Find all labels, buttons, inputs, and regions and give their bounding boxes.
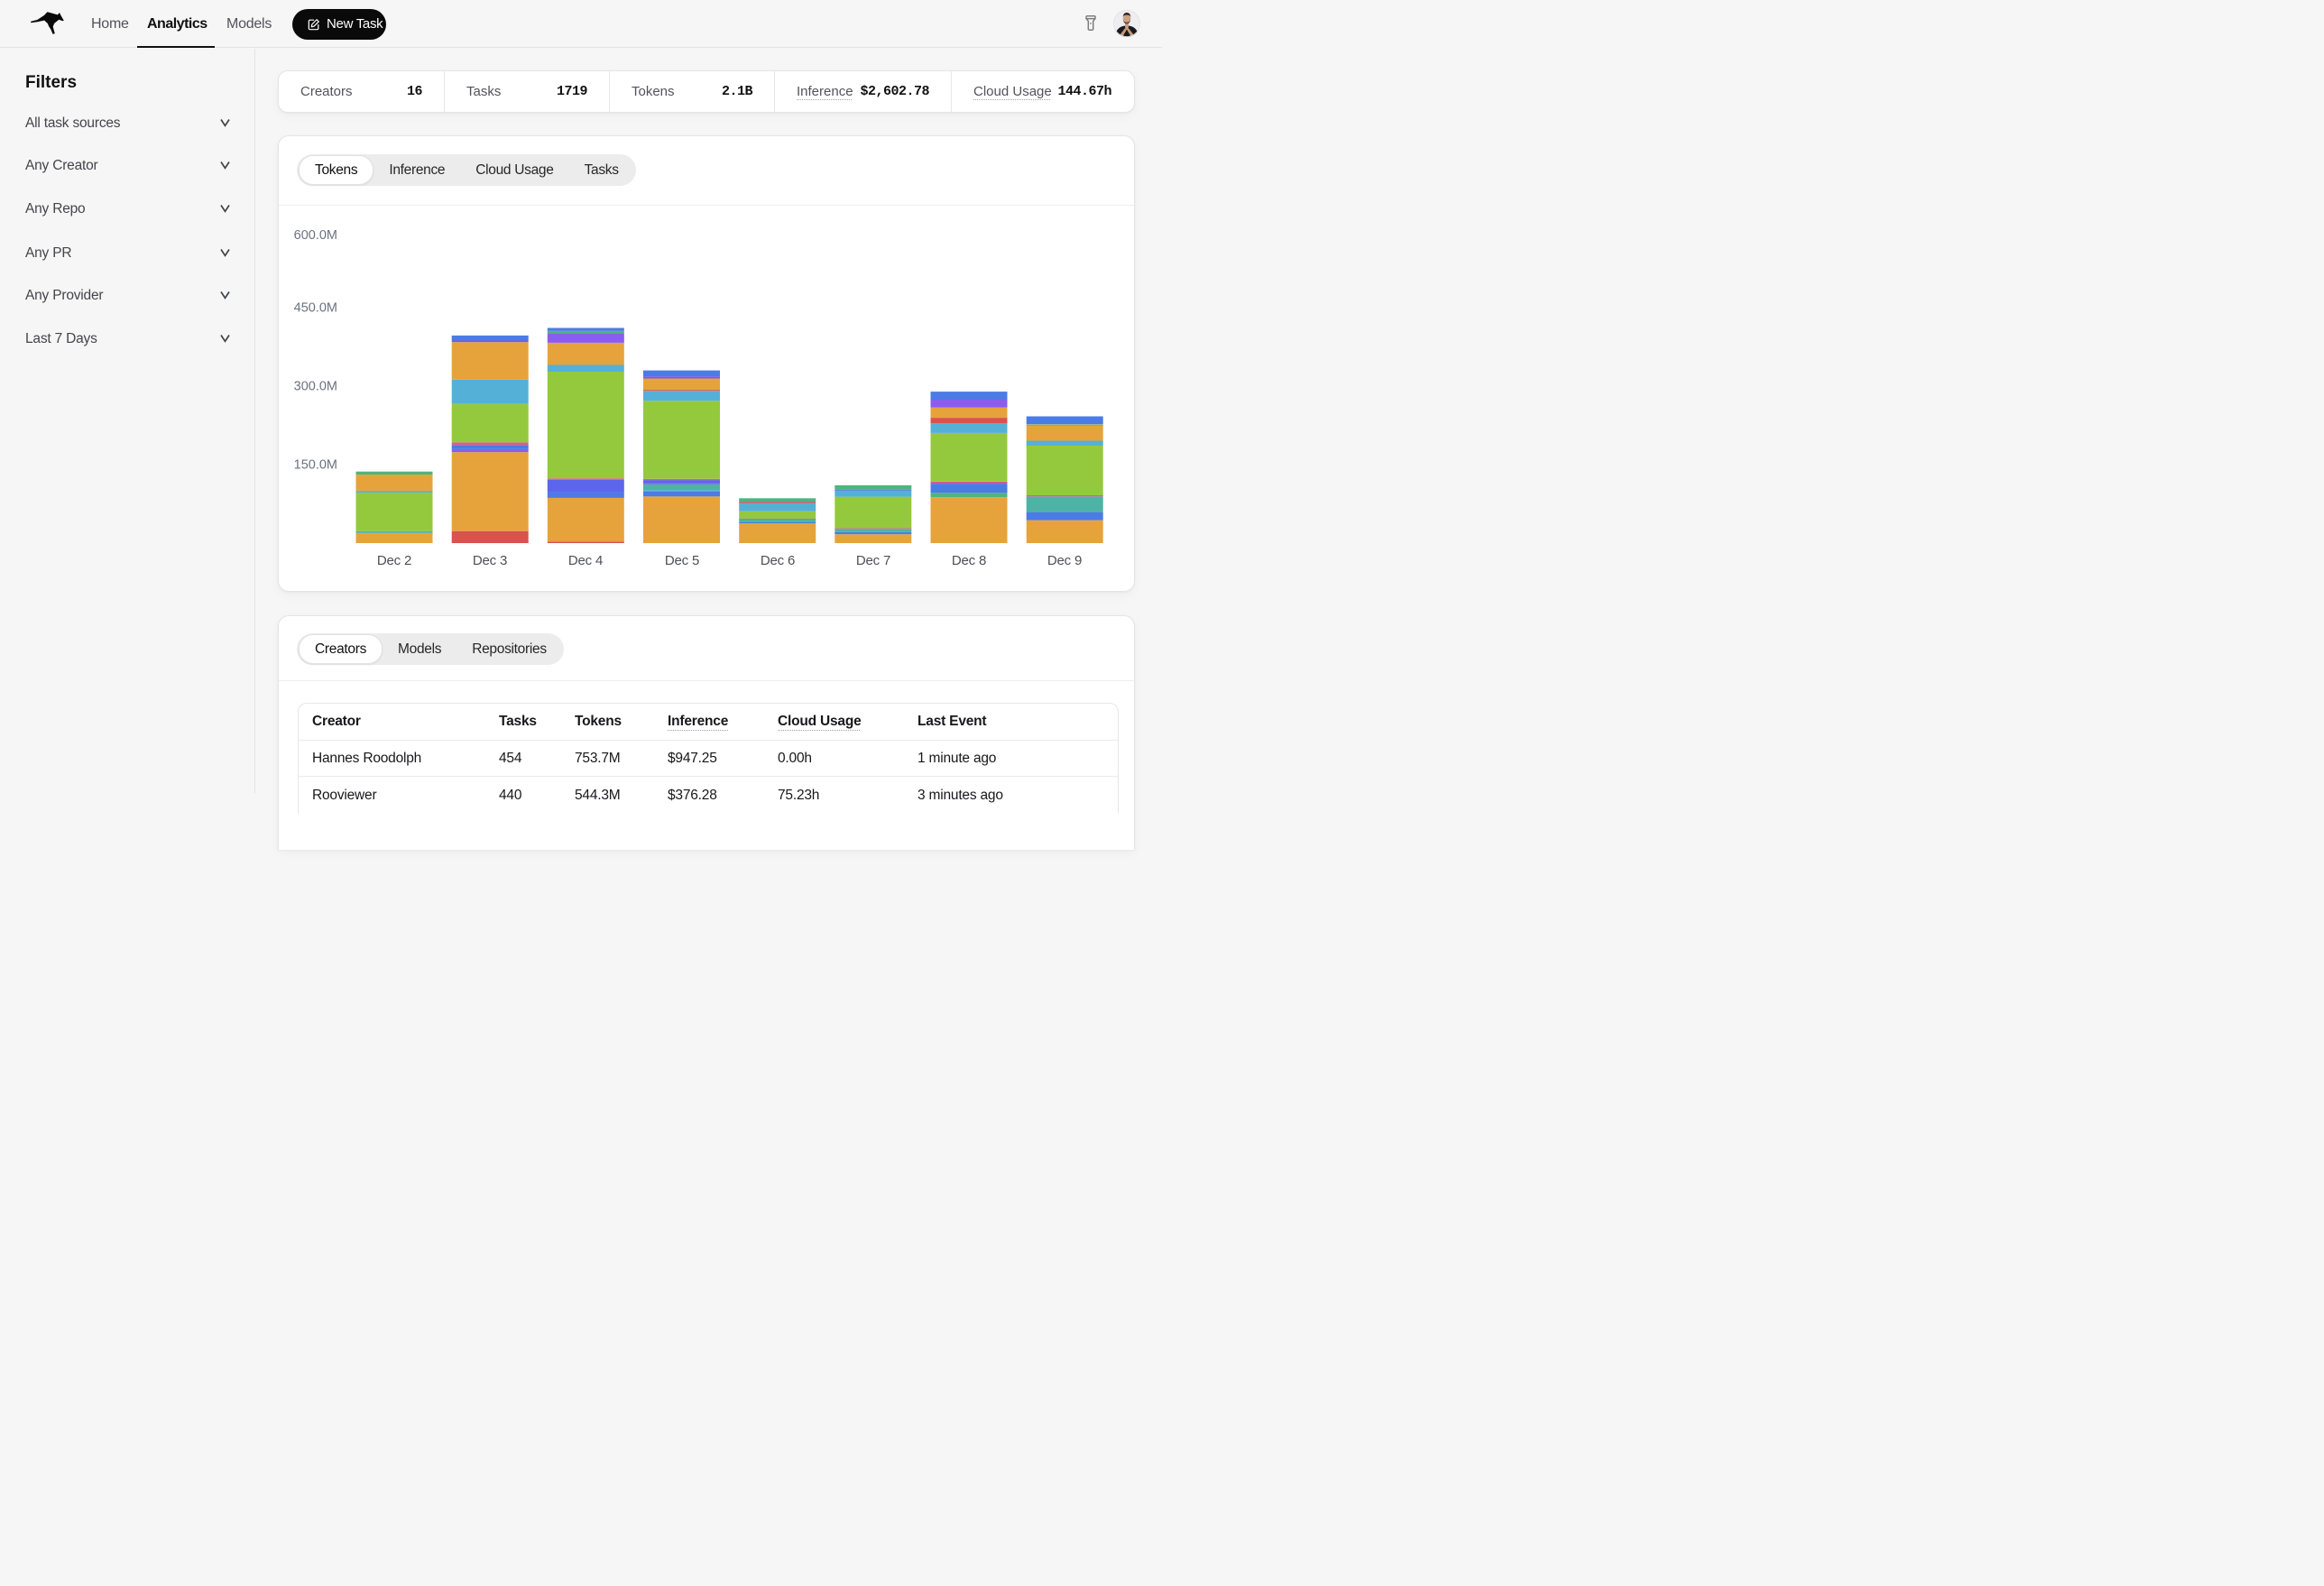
svg-text:Dec 8: Dec 8 <box>952 553 986 568</box>
svg-text:600.0M: 600.0M <box>294 228 337 243</box>
svg-text:Dec 6: Dec 6 <box>761 553 795 568</box>
svg-text:150.0M: 150.0M <box>294 458 337 473</box>
svg-text:Dec 7: Dec 7 <box>856 553 890 568</box>
svg-text:Dec 5: Dec 5 <box>665 553 699 568</box>
svg-text:Dec 9: Dec 9 <box>1047 553 1082 568</box>
svg-text:Dec 4: Dec 4 <box>568 553 603 568</box>
svg-text:300.0M: 300.0M <box>294 380 337 394</box>
svg-text:450.0M: 450.0M <box>294 301 337 316</box>
svg-text:Dec 3: Dec 3 <box>473 553 507 568</box>
svg-text:Dec 2: Dec 2 <box>377 553 411 568</box>
